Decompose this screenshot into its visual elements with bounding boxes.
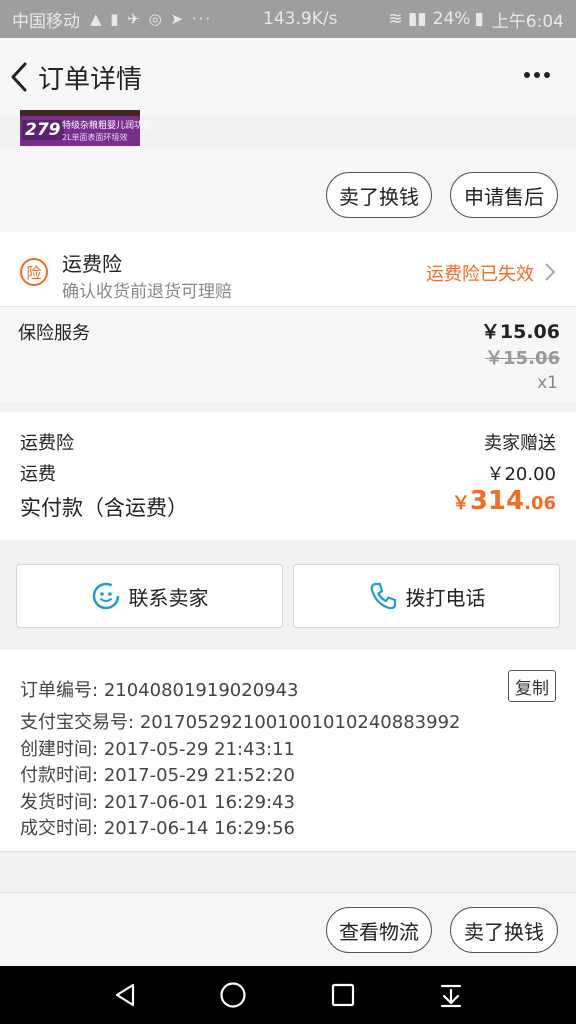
thumbnail-subtext: 2L单面表面环境效 [62, 133, 128, 142]
chat-bubble-icon [92, 582, 119, 610]
completed-label: 成交时间: [20, 818, 99, 839]
insurance-service-row: 保险服务 ￥15.06 ￥15.06 x1 [0, 307, 576, 402]
wifi-icon: ≋ ▮▮ [388, 9, 427, 29]
bottom-sell-button[interactable]: 卖了换钱 [450, 907, 558, 953]
back-button[interactable] [0, 47, 38, 107]
completed-time: 2017-06-14 16:29:56 [103, 818, 295, 839]
shipping-label: 运费 [20, 464, 56, 485]
freight-insurance-label: 运费险 [20, 433, 74, 454]
pull-down-icon [440, 984, 462, 1008]
total-label: 实付款（含运费） [20, 496, 188, 520]
status-bar: 中国移动 ▲ ▮ ✈ ◎ ➤ ··· 143.9K/s ≋ ▮▮ 24% ▮ 上… [0, 0, 576, 38]
clock: 上午6:04 [491, 11, 564, 32]
insurance-title: 运费险 [62, 252, 122, 276]
nav-notification-button[interactable] [436, 980, 466, 1010]
order-info-panel: 订单编号: 21040801919020943 复制 支付宝交易号: 20170… [0, 650, 576, 852]
alipay-number-line: 支付宝交易号: 2017052921001001010240883992 [20, 708, 460, 734]
carrier-label: 中国移动 [12, 11, 80, 32]
service-quantity: x1 [537, 373, 558, 393]
call-label: 拨打电话 [405, 585, 486, 610]
shipping-value: ￥20.00 [486, 464, 556, 485]
bottom-action-bar: 查看物流 卖了换钱 [0, 892, 576, 966]
paid-time-line: 付款时间: 2017-05-29 21:52:20 [20, 761, 295, 787]
completed-time-line: 成交时间: 2017-06-14 16:29:56 [20, 814, 295, 840]
circle-home-icon [220, 982, 246, 1008]
alipay-number: 2017052921001001010240883992 [139, 712, 461, 733]
chevron-right-icon [545, 263, 556, 281]
paid-time: 2017-05-29 21:52:20 [103, 765, 295, 786]
insurance-status: 运费险已失效 [426, 264, 534, 285]
created-time-line: 创建时间: 2017-05-29 21:43:11 [20, 735, 295, 761]
contact-actions: 联系卖家 拨打电话 [0, 552, 576, 636]
contact-seller-label: 联系卖家 [128, 585, 209, 610]
paid-label: 付款时间: [20, 765, 99, 786]
insurance-subtitle: 确认收货前退货可理赔 [62, 282, 232, 302]
service-price: ￥15.06 [480, 321, 560, 343]
view-logistics-button[interactable]: 查看物流 [326, 907, 432, 953]
order-number-line: 订单编号: 21040801919020943 [20, 676, 299, 702]
contact-seller-button[interactable]: 联系卖家 [16, 564, 283, 628]
notification-icons: ▲ ▮ ✈ ◎ ➤ ··· [90, 10, 213, 28]
product-thumbnail[interactable]: 279 特级杂粮粗婴儿润功能 2L单面表面环境效 [20, 110, 152, 146]
freight-insurance-value: 卖家赠送 [484, 433, 556, 454]
network-speed: 143.9K/s [263, 9, 338, 29]
square-recents-icon [331, 983, 355, 1007]
payment-summary: 运费险 卖家赠送 运费 ￥20.00 实付款（含运费） ￥314.06 [0, 412, 576, 540]
service-title: 保险服务 [18, 323, 90, 344]
shipped-time: 2017-06-01 16:29:43 [103, 792, 295, 813]
order-number: 21040801919020943 [103, 680, 299, 701]
thumbnail-price: 279 [22, 120, 64, 140]
triangle-back-icon [115, 983, 135, 1007]
copy-button[interactable]: 复制 [508, 670, 556, 702]
total-amount: ￥314.06 [451, 486, 556, 516]
page-title: 订单详情 [38, 64, 143, 95]
system-nav-bar [0, 966, 576, 1024]
battery-level: 24% [432, 9, 471, 29]
more-dots-icon [524, 72, 530, 78]
phone-icon [370, 582, 396, 610]
shipped-time-line: 发货时间: 2017-06-01 16:29:43 [20, 788, 295, 814]
insurance-badge-icon: 险 [20, 258, 48, 286]
item-actions: 卖了换钱 申请售后 [0, 148, 576, 232]
nav-home-button[interactable] [218, 980, 248, 1010]
order-number-label: 订单编号: [20, 680, 99, 701]
nav-recents-button[interactable] [328, 980, 358, 1010]
thumbnail-text: 特级杂粮粗婴儿润功能 [62, 121, 153, 131]
nav-bar: 订单详情 [0, 38, 576, 116]
created-label: 创建时间: [20, 739, 99, 760]
back-arrow-icon [11, 62, 27, 92]
alipay-label: 支付宝交易号: [20, 712, 135, 733]
more-menu-button[interactable] [522, 60, 552, 90]
battery-icon: ▮ [474, 9, 484, 29]
service-original-price: ￥15.06 [485, 348, 560, 369]
shipped-label: 发货时间: [20, 792, 99, 813]
nav-back-button[interactable] [110, 980, 140, 1010]
freight-insurance-row[interactable]: 险 运费险 确认收货前退货可理赔 运费险已失效 [0, 232, 576, 307]
created-time: 2017-05-29 21:43:11 [103, 739, 295, 760]
sell-button[interactable]: 卖了换钱 [326, 172, 432, 218]
call-button[interactable]: 拨打电话 [293, 564, 560, 628]
after-sale-button[interactable]: 申请售后 [450, 172, 558, 218]
